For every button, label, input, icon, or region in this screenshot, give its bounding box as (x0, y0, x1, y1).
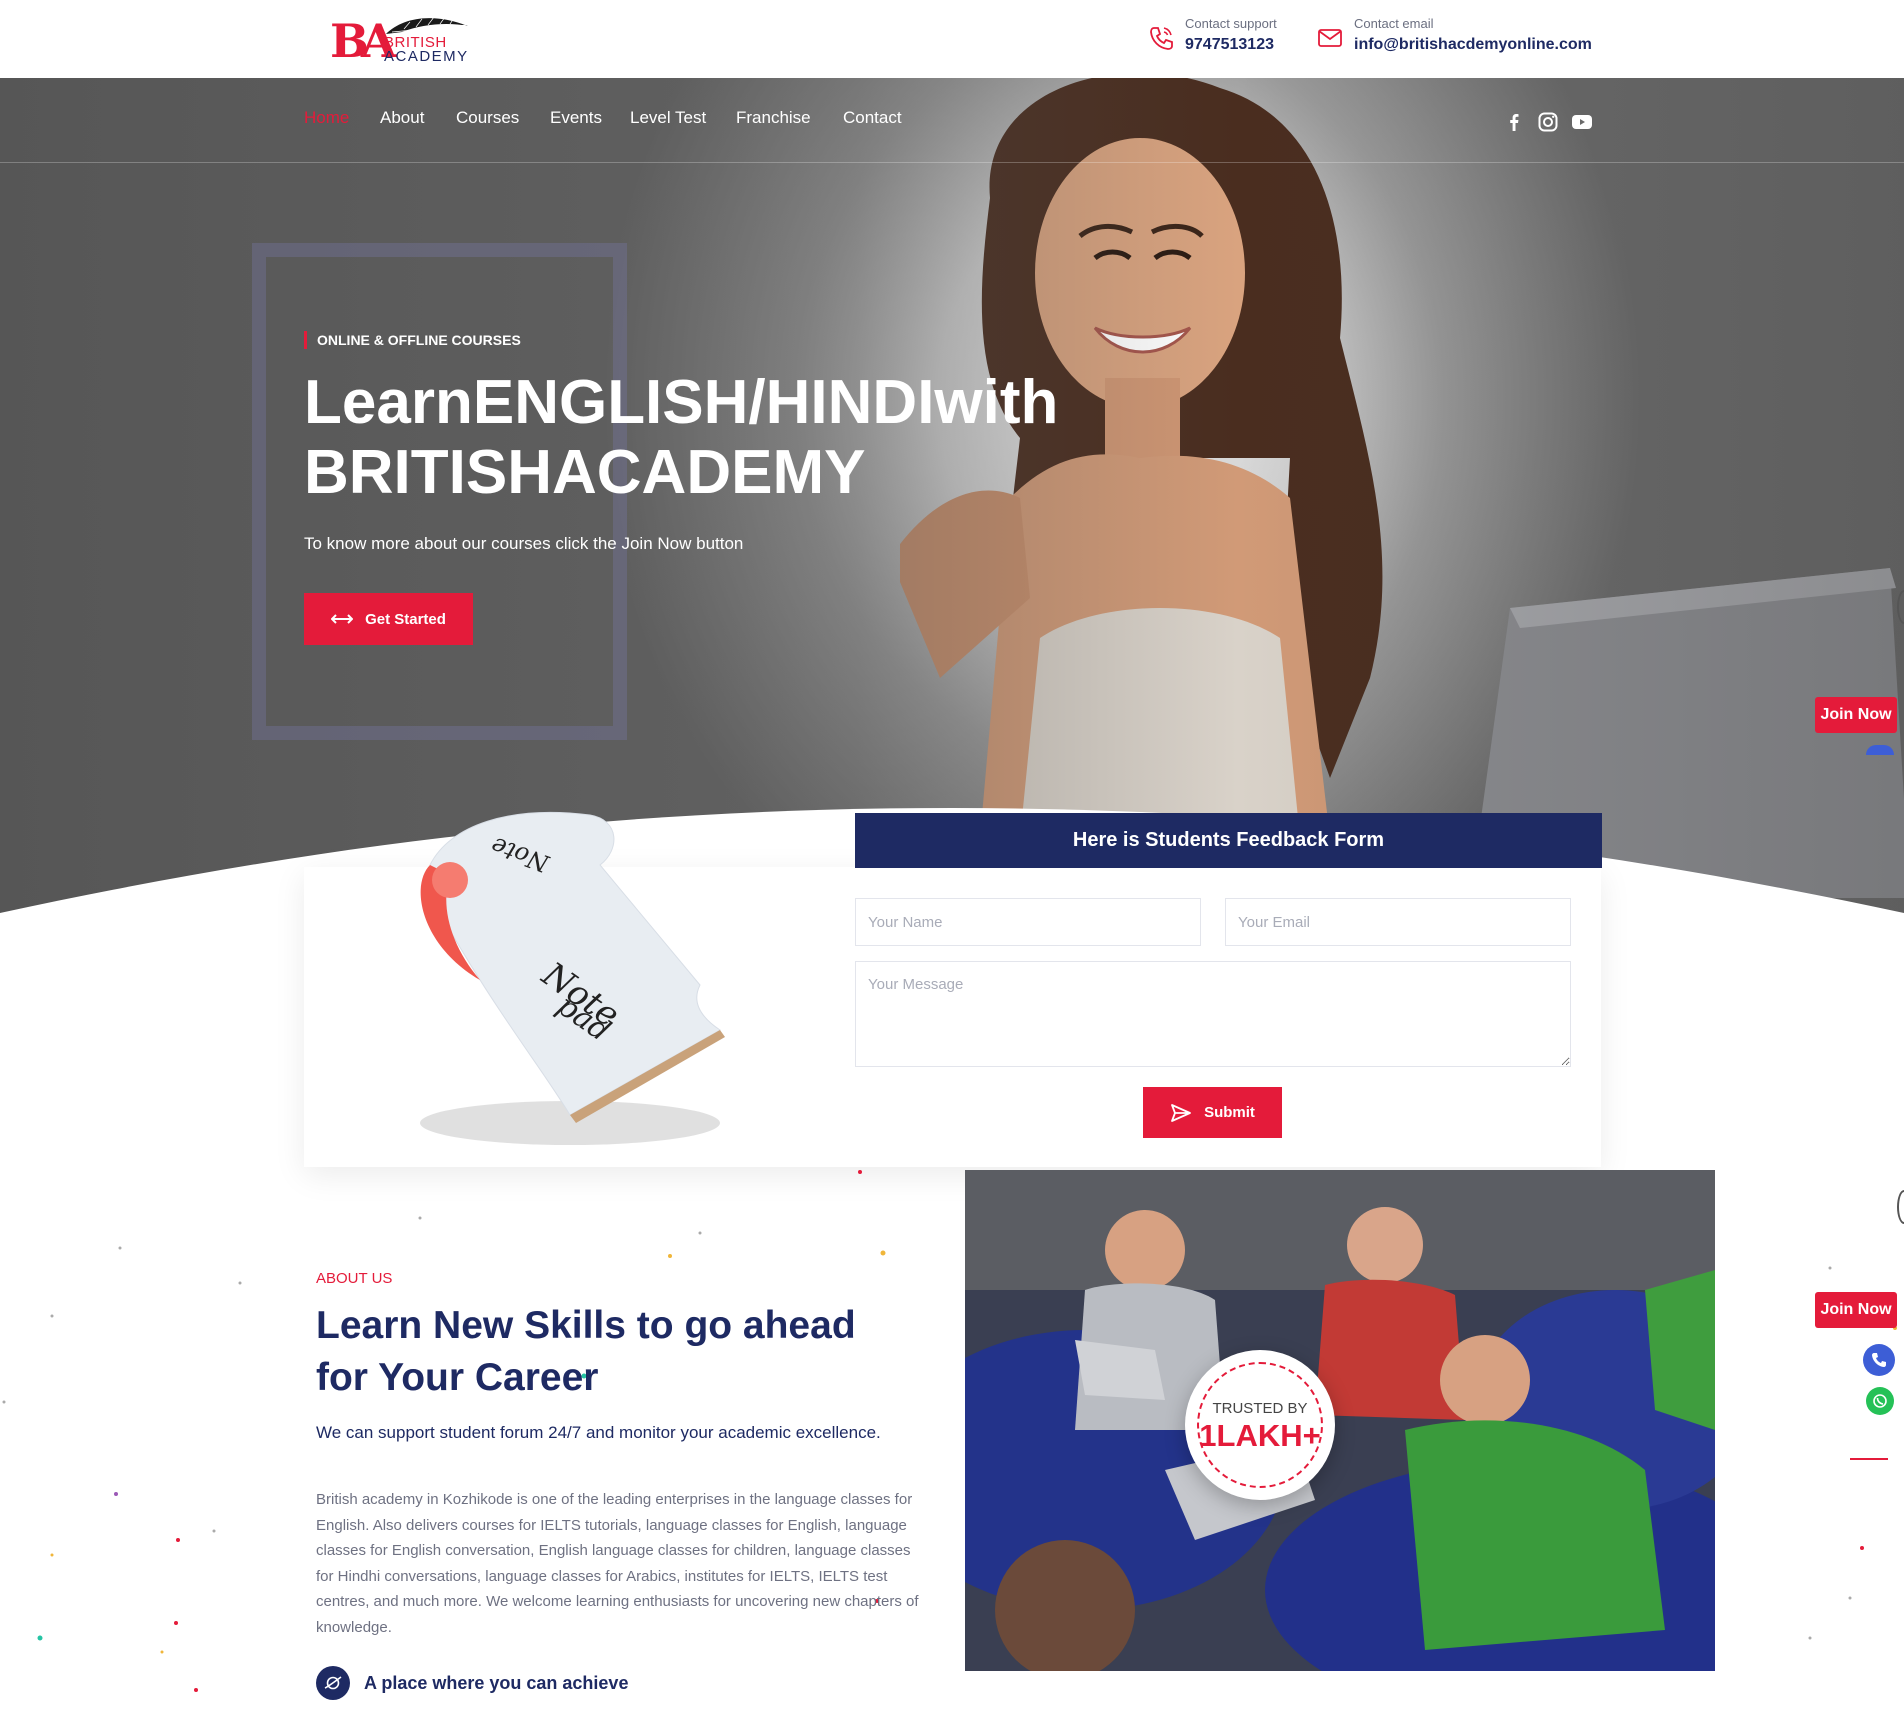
top-bar: BA BRITISH ACADEMY Contact support 97475… (0, 0, 1904, 78)
scroll-handle-bottom[interactable] (1897, 1190, 1904, 1224)
send-icon (1171, 1103, 1191, 1122)
floating-icon-partial (1866, 745, 1894, 755)
name-field[interactable] (855, 898, 1201, 946)
hero-title-line2: BRITISHACADEMY (304, 438, 866, 507)
nav-about[interactable]: About (380, 108, 424, 128)
scroll-handle-top[interactable] (1897, 590, 1904, 624)
nav-franchise[interactable]: Franchise (736, 108, 811, 128)
students-photo (965, 1170, 1715, 1671)
about-body: British academy in Kozhikode is one of t… (316, 1491, 919, 1636)
submit-label: Submit (1204, 1104, 1255, 1121)
hero-subtitle: To know more about our courses click the… (304, 534, 744, 553)
contact-support-label: Contact support (1185, 16, 1277, 31)
join-now-button-top[interactable]: Join Now (1815, 697, 1897, 733)
hero-section: Home About Courses Events Level Test Fra… (0, 78, 1904, 928)
trusted-count: 1LAKH+ (1199, 1418, 1321, 1453)
message-field[interactable] (855, 961, 1571, 1067)
hero-title: LearnENGLISH/HINDIwith BRITISHACADEMY (304, 368, 1084, 508)
nav-home[interactable]: Home (304, 108, 349, 128)
hero-eyebrow: ONLINE & OFFLINE COURSES (304, 331, 521, 349)
feature-text: A place where you can achieve (364, 1672, 629, 1693)
email-field[interactable] (1225, 898, 1571, 946)
phone-icon (1150, 27, 1173, 50)
notepad-illustration: Note pad Note (420, 812, 725, 1145)
trusted-badge: TRUSTED BY 1LAKH+ (1185, 1350, 1335, 1500)
logo-mark: BA (330, 14, 397, 68)
accent-line (1850, 1458, 1888, 1460)
nav-events[interactable]: Events (550, 108, 602, 128)
contact-support: Contact support 9747513123 (1147, 16, 1307, 62)
logo-text-academy: ACADEMY (384, 48, 469, 65)
contact-email: Contact email info@britishacdemyonline.c… (1316, 16, 1606, 62)
mail-icon (1318, 29, 1342, 47)
hero-title-line1: LearnENGLISH/HINDIwith (304, 368, 1059, 437)
facebook-icon[interactable] (1502, 110, 1526, 134)
contact-support-number[interactable]: 9747513123 (1185, 36, 1274, 54)
submit-button[interactable]: Submit (1143, 1087, 1282, 1138)
planet-icon (316, 1666, 350, 1700)
about-title: Learn New Skills to go ahead for Your Ca… (316, 1304, 856, 1399)
students-illustration (965, 1170, 1715, 1671)
about-lead: We can support student forum 24/7 and mo… (316, 1423, 881, 1442)
join-now-button-bottom[interactable]: Join Now (1815, 1292, 1897, 1328)
youtube-icon[interactable] (1570, 110, 1594, 134)
nav-level-test[interactable]: Level Test (630, 108, 706, 128)
contact-email-address[interactable]: info@britishacdemyonline.com (1354, 36, 1592, 54)
get-started-button[interactable]: Get Started (304, 593, 473, 645)
feedback-form-heading: Here is Students Feedback Form (855, 813, 1602, 868)
contact-email-label: Contact email (1354, 16, 1434, 31)
arrows-horizontal-icon (331, 614, 354, 624)
trusted-by-label: TRUSTED BY (1212, 1400, 1308, 1417)
main-nav: Home About Courses Events Level Test Fra… (0, 78, 1904, 163)
whatsapp-icon[interactable] (1866, 1387, 1894, 1415)
call-float-icon[interactable] (1863, 1344, 1895, 1376)
instagram-icon[interactable] (1536, 110, 1560, 134)
nav-courses[interactable]: Courses (456, 108, 519, 128)
site-logo[interactable]: BA BRITISH ACADEMY (330, 12, 470, 68)
about-tag: ABOUT US (316, 1270, 393, 1287)
feature-item: A place where you can achieve (316, 1665, 628, 1701)
nav-contact[interactable]: Contact (843, 108, 902, 128)
get-started-label: Get Started (365, 610, 446, 628)
